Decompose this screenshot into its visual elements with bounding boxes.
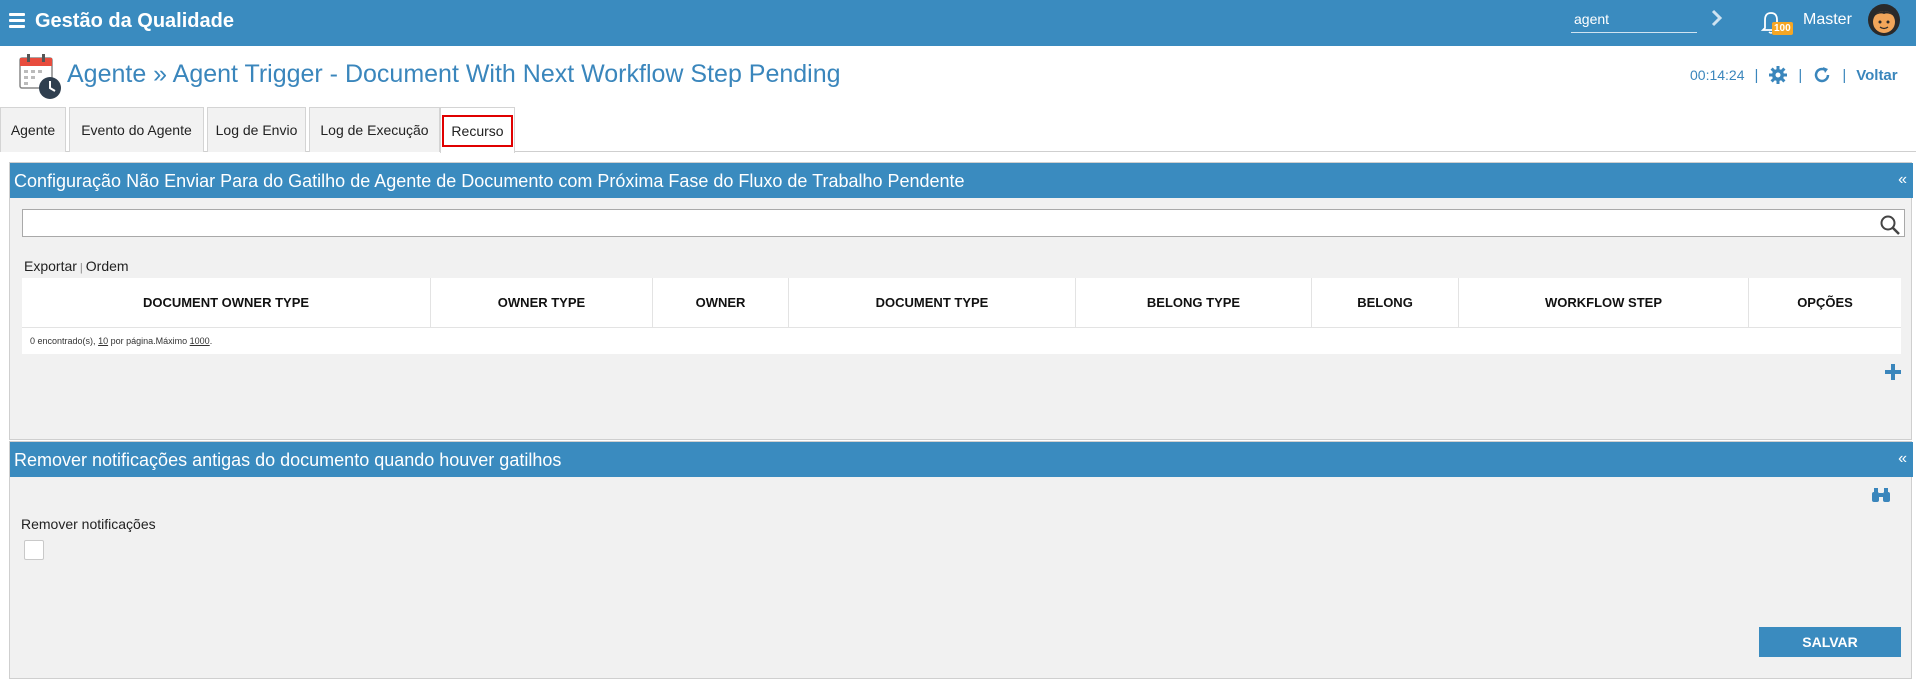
- save-button[interactable]: SALVAR: [1759, 627, 1901, 657]
- notification-badge: 100: [1772, 22, 1793, 35]
- calendar-clock-icon: [19, 54, 61, 99]
- column-header[interactable]: OWNER: [653, 278, 789, 327]
- results-count: 0 encontrado(s),: [30, 336, 96, 346]
- page-size-text: por página.Máximo: [110, 336, 188, 346]
- back-link[interactable]: Voltar: [1856, 67, 1897, 84]
- data-grid: DOCUMENT OWNER TYPE OWNER TYPE OWNER DOC…: [22, 278, 1901, 354]
- title-toolbar: 00:14:24 | | | Voltar: [1690, 65, 1898, 85]
- column-header[interactable]: BELONG TYPE: [1076, 278, 1312, 327]
- separator: |: [1798, 66, 1803, 84]
- tab-agente[interactable]: Agente: [0, 107, 66, 152]
- column-header: OPÇÕES: [1797, 295, 1853, 310]
- order-link[interactable]: Ordem: [86, 258, 129, 274]
- avatar[interactable]: [1867, 3, 1901, 37]
- tab-label: Recurso: [442, 114, 513, 147]
- chevron-right-icon[interactable]: [1707, 6, 1727, 30]
- tab-evento-do-agente[interactable]: Evento do Agente: [69, 107, 204, 152]
- tab-label: Agente: [10, 122, 56, 138]
- panel-header: Configuração Não Enviar Para do Gatilho …: [10, 163, 1913, 198]
- search-icon[interactable]: [1879, 214, 1901, 236]
- tab-label: Log de Envio: [215, 122, 298, 138]
- page-title: Agente » Agent Trigger - Document With N…: [67, 60, 841, 88]
- separator: |: [1842, 66, 1847, 84]
- top-bar: Gestão da Qualidade 100 Master: [0, 0, 1916, 46]
- grid-actions: Exportar | Ordem: [24, 258, 129, 274]
- page-size-link[interactable]: 10: [98, 336, 108, 346]
- tab-bar: Agente Evento do Agente Log de Envio Log…: [0, 102, 1916, 153]
- grid-header: DOCUMENT OWNER TYPE OWNER TYPE OWNER DOC…: [22, 278, 1901, 328]
- collapse-icon[interactable]: «: [1898, 171, 1907, 189]
- plus-icon[interactable]: [1883, 362, 1903, 382]
- binoculars-icon[interactable]: [1871, 486, 1891, 504]
- column-header[interactable]: DOCUMENT TYPE: [789, 278, 1076, 327]
- column-header[interactable]: OWNER TYPE: [431, 278, 653, 327]
- column-header[interactable]: WORKFLOW STEP: [1459, 278, 1749, 327]
- export-link[interactable]: Exportar: [24, 258, 77, 274]
- user-name[interactable]: Master: [1803, 11, 1852, 29]
- footer-end: .: [209, 336, 213, 346]
- separator: |: [79, 262, 83, 274]
- app-title[interactable]: Gestão da Qualidade: [35, 10, 234, 33]
- grid-search-input[interactable]: [22, 209, 1905, 237]
- global-search-input[interactable]: [1571, 6, 1697, 33]
- collapse-icon[interactable]: «: [1898, 450, 1907, 468]
- panel-header: Remover notificações antigas do document…: [10, 442, 1913, 477]
- panel-title: Remover notificações antigas do document…: [14, 450, 562, 470]
- panel-title: Configuração Não Enviar Para do Gatilho …: [14, 171, 965, 191]
- max-size-link[interactable]: 1000: [190, 336, 210, 346]
- hamburger-menu-icon[interactable]: [9, 13, 25, 28]
- tab-label: Evento do Agente: [81, 122, 192, 138]
- separator: |: [1754, 66, 1759, 84]
- do-not-send-config-panel: Configuração Não Enviar Para do Gatilho …: [9, 162, 1913, 440]
- remove-notifications-label: Remover notificações: [21, 516, 156, 532]
- column-header[interactable]: BELONG: [1312, 278, 1459, 327]
- tab-log-de-execucao[interactable]: Log de Execução: [309, 107, 440, 152]
- column-header[interactable]: DOCUMENT OWNER TYPE: [22, 278, 431, 327]
- tab-label: Log de Execução: [320, 122, 429, 138]
- grid-footer: 0 encontrado(s), 10 por página.Máximo 10…: [22, 328, 1901, 354]
- tab-log-de-envio[interactable]: Log de Envio: [207, 107, 306, 152]
- tab-recurso[interactable]: Recurso: [440, 107, 515, 153]
- remove-notifications-panel: Remover notificações antigas do document…: [9, 441, 1913, 679]
- gear-icon[interactable]: [1768, 65, 1788, 85]
- remove-notifications-checkbox[interactable]: [24, 540, 44, 560]
- refresh-icon[interactable]: [1812, 65, 1832, 85]
- session-timer: 00:14:24: [1690, 67, 1745, 83]
